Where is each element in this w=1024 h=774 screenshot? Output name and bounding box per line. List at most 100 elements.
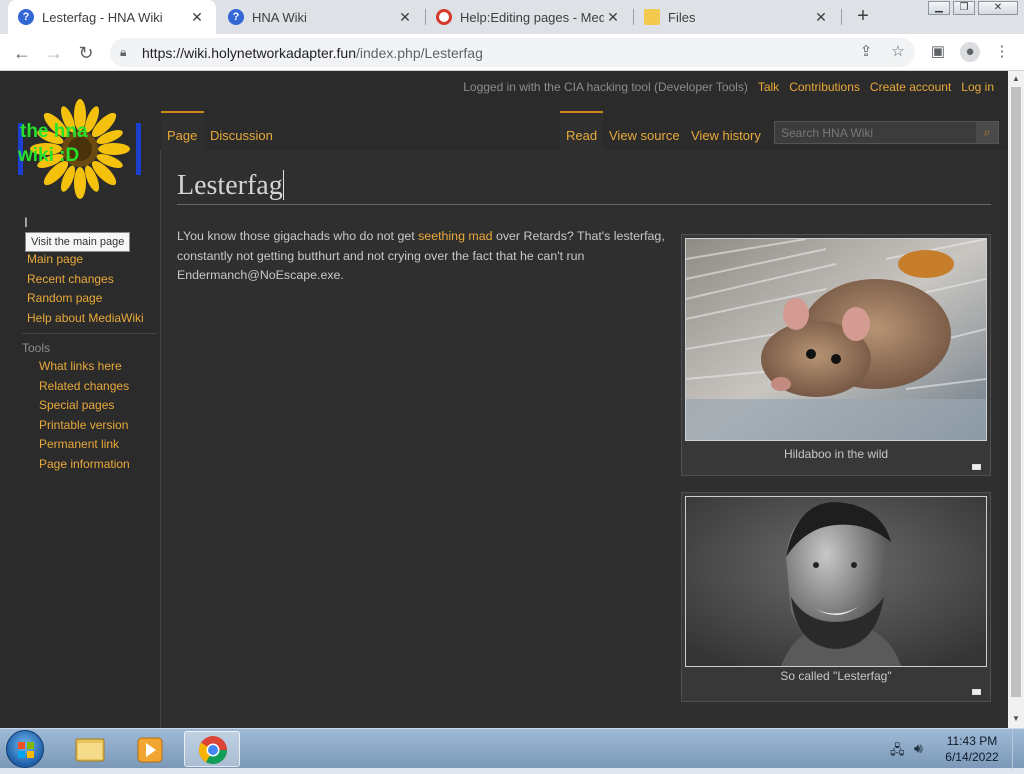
tab-discussion-label: Discussion [210,128,273,143]
tab-files[interactable]: Files ✕ [634,0,840,34]
minimize-button[interactable]: ▁ [928,1,950,15]
tab-title: Files [668,9,696,25]
explorer-taskbar-button[interactable] [62,731,118,767]
volume-icon[interactable]: 🔊︎ [914,740,923,757]
new-tab-button[interactable]: + [852,6,874,28]
address-bar[interactable]: 🔒︎ https://wiki.holynetworkadapter.fun/i… [110,38,915,67]
nav-help-mediawiki[interactable]: Help about MediaWiki [27,311,144,325]
media-player-taskbar-button[interactable] [122,731,178,767]
article-body: LYou know those gigachads who do not get… [177,227,677,286]
tools-related-changes[interactable]: Related changes [39,379,129,393]
forward-button[interactable]: → [42,41,66,65]
wiki-logo[interactable]: the hna wiki :D [14,99,146,199]
bookmark-star-icon[interactable]: ☆ [888,42,908,62]
thumb-caption: Hildaboo in the wild [783,447,889,461]
tools-permanent-link[interactable]: Permanent link [39,437,119,451]
tab-view-history[interactable]: View history [690,111,761,150]
tools-page-information[interactable]: Page information [39,457,130,471]
show-desktop-button[interactable] [1012,729,1024,769]
tab-help-editing[interactable]: Help:Editing pages - Media ✕ [426,0,632,34]
close-window-button[interactable]: ✕ [978,1,1018,15]
page-title: Lesterfag [177,170,991,205]
magnify-icon[interactable] [972,689,981,695]
search-icon[interactable]: ⌕ [976,122,998,143]
log-in-link[interactable]: Log in [961,80,994,94]
left-sidebar: the hna wiki :D I Visit the main page Ma… [0,71,160,728]
tab-hna-wiki[interactable]: ? HNA Wiki ✕ [218,0,424,34]
tab-read-label: Read [566,128,598,143]
rat-in-cage-photo[interactable] [685,238,987,441]
close-icon[interactable]: ✕ [188,9,206,26]
gigachad-photo[interactable] [685,496,987,667]
tools-what-links-here[interactable]: What links here [39,359,122,373]
thumbnail-gigachad: So called "Lesterfag" [681,492,991,702]
page-scrollbar[interactable]: ▲ ▼ [1008,71,1024,728]
text-cursor-icon: I [24,214,28,230]
start-button[interactable] [6,730,44,768]
back-button[interactable]: ← [10,41,34,65]
clock-date: 6/14/2022 [945,750,999,764]
tab-lesterfag[interactable]: ? Lesterfag - HNA Wiki ✕ [8,0,216,34]
thumb-caption: So called "Lesterfag" [780,669,892,683]
contributions-link[interactable]: Contributions [789,80,860,94]
logo-text-line2: wiki :D [17,145,79,166]
scroll-down-icon[interactable]: ▼ [1012,714,1020,723]
reload-button[interactable]: ↻ [74,41,98,65]
text-caret [282,170,284,200]
tools-heading: Tools [22,341,51,355]
taskbar: 🖧︎ 🔊︎ 11:43 PM 6/14/2022 [0,728,1024,769]
scrollbar-thumb[interactable] [1011,87,1021,697]
tab-view-history-label: View history [691,128,761,143]
magnify-icon[interactable] [972,464,981,470]
talk-link[interactable]: Talk [758,80,779,94]
tooltip: Visit the main page [25,232,131,252]
tab-read[interactable]: Read [560,111,603,150]
tools-special-pages[interactable]: Special pages [39,398,114,412]
personal-tools: Logged in with the CIA hacking tool (Dev… [463,80,994,94]
tab-discussion[interactable]: Discussion [209,111,273,150]
nav-random-page[interactable]: Random page [27,291,102,305]
thumbnail-rat: Hildaboo in the wild [681,234,991,476]
scroll-up-icon[interactable]: ▲ [1012,74,1020,83]
nav-recent-changes[interactable]: Recent changes [27,272,114,286]
lock-icon: 🔒︎ [120,45,127,59]
close-icon[interactable]: ✕ [396,9,414,26]
seething-mad-link[interactable]: seething mad [418,229,492,243]
restore-button[interactable]: ❐ [953,1,975,15]
body-text-1: LYou know those gigachads who do not get [177,229,419,243]
tab-view-source[interactable]: View source [608,111,680,150]
help-circle-icon: ? [228,9,244,25]
search-input[interactable]: Search HNA Wiki ⌕ [774,121,999,144]
close-icon[interactable]: ✕ [604,9,622,26]
tab-page-label: Page [167,128,198,143]
system-clock[interactable]: 11:43 PM 6/14/2022 [936,733,1008,765]
close-icon[interactable]: ✕ [812,9,830,26]
mediawiki-icon [436,9,452,25]
tab-separator [841,9,842,25]
tab-title: HNA Wiki [252,9,307,25]
tab-page[interactable]: Page [161,111,204,150]
help-circle-icon: ? [18,9,34,25]
side-panel-icon[interactable]: ▣ [928,42,948,62]
clock-time: 11:43 PM [946,734,998,748]
content-area: Lesterfag LYou know those gigachads who … [161,150,1008,728]
create-account-link[interactable]: Create account [870,80,951,94]
divider [22,333,157,334]
tab-title: Help:Editing pages - Media [460,9,604,25]
share-icon[interactable]: ⇪ [856,42,876,62]
tab-strip: ? Lesterfag - HNA Wiki ✕ ? HNA Wiki ✕ He… [0,0,1024,34]
logged-in-status: Logged in with the CIA hacking tool (Dev… [463,80,748,94]
search-placeholder: Search HNA Wiki [781,126,874,140]
tab-title: Lesterfag - HNA Wiki [42,9,163,25]
logo-text-line1: the hna [20,121,88,142]
tools-printable-version[interactable]: Printable version [39,418,128,432]
network-icon[interactable]: 🖧︎ [890,741,905,763]
profile-avatar-icon[interactable]: ● [960,42,980,62]
url-host: https://wiki.holynetworkadapter.fun [142,44,357,61]
menu-kebab-icon[interactable]: ⋮ [992,42,1012,62]
nav-main-page[interactable]: Main page [27,252,83,266]
folder-icon [644,9,660,25]
url-path: /index.php/Lesterfag [356,44,483,61]
chrome-taskbar-button[interactable] [184,731,240,767]
tab-view-source-label: View source [609,128,680,143]
